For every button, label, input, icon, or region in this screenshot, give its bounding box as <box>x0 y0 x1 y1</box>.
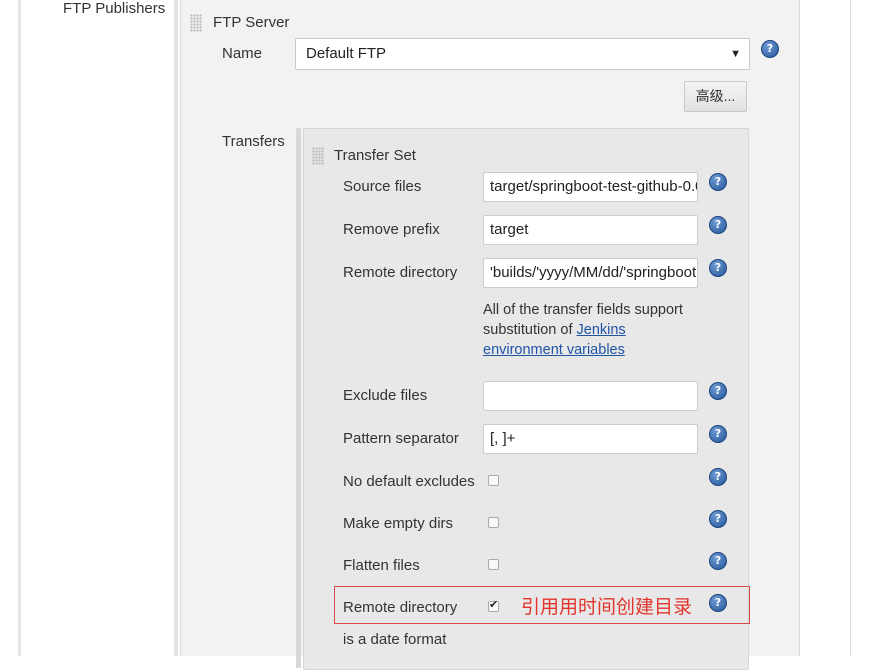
source-files-label: Source files <box>343 178 422 195</box>
environment-variables-link[interactable]: environment variables <box>483 342 625 358</box>
help-icon[interactable]: ? <box>709 425 727 443</box>
source-files-input[interactable]: target/springboot-test-github-0.0 <box>483 172 698 202</box>
help-icon[interactable]: ? <box>709 173 727 191</box>
advanced-button[interactable]: 高级... <box>684 81 747 112</box>
no-default-excludes-checkbox[interactable] <box>488 475 499 486</box>
outer-border <box>18 0 21 656</box>
remove-prefix-input[interactable]: target <box>483 215 698 245</box>
pattern-separator-label: Pattern separator <box>343 430 459 447</box>
help-icon[interactable]: ? <box>709 216 727 234</box>
help-icon[interactable]: ? <box>761 40 779 58</box>
drag-handle-icon[interactable] <box>312 147 324 165</box>
flatten-files-checkbox[interactable] <box>488 559 499 570</box>
exclude-files-label: Exclude files <box>343 387 428 404</box>
remote-dir-date-label-2: is a date format <box>343 631 447 648</box>
server-name-value: Default FTP <box>306 45 387 62</box>
remove-prefix-label: Remove prefix <box>343 221 440 238</box>
help-icon[interactable]: ? <box>709 382 727 400</box>
ftp-publishers-label: FTP Publishers <box>63 0 166 17</box>
server-name-select[interactable]: Default FTP ▼ <box>295 38 750 70</box>
ftp-server-heading: FTP Server <box>213 14 290 31</box>
transfer-set-heading: Transfer Set <box>334 147 416 164</box>
name-label: Name <box>222 45 263 62</box>
make-empty-dirs-checkbox[interactable] <box>488 517 499 528</box>
flatten-files-label: Flatten files <box>343 557 420 574</box>
pattern-separator-input[interactable]: [, ]+ <box>483 424 698 454</box>
dropdown-arrow-icon: ▼ <box>730 48 741 60</box>
section-bar <box>174 0 178 656</box>
transfer-bar <box>296 128 301 668</box>
remote-directory-input[interactable]: 'builds/'yyyy/MM/dd/'springboot <box>483 258 698 288</box>
transfers-label: Transfers <box>222 133 285 150</box>
exclude-files-input[interactable] <box>483 381 698 411</box>
substitution-note: All of the transfer fields support subst… <box>483 300 723 360</box>
make-empty-dirs-label: Make empty dirs <box>343 515 454 532</box>
help-icon[interactable]: ? <box>709 468 727 486</box>
annotation-text: 引用用时间创建目录 <box>521 596 693 618</box>
note-text-2: substitution of <box>483 322 573 338</box>
jenkins-link[interactable]: Jenkins <box>577 322 626 338</box>
outer-border-right <box>850 0 851 656</box>
no-default-excludes-label: No default excludes <box>343 473 475 490</box>
drag-handle-icon[interactable] <box>190 14 202 32</box>
help-icon[interactable]: ? <box>709 510 727 528</box>
help-icon[interactable]: ? <box>709 259 727 277</box>
help-icon[interactable]: ? <box>709 552 727 570</box>
note-text: All of the transfer fields support <box>483 302 683 318</box>
remote-directory-label: Remote directory <box>343 264 458 281</box>
